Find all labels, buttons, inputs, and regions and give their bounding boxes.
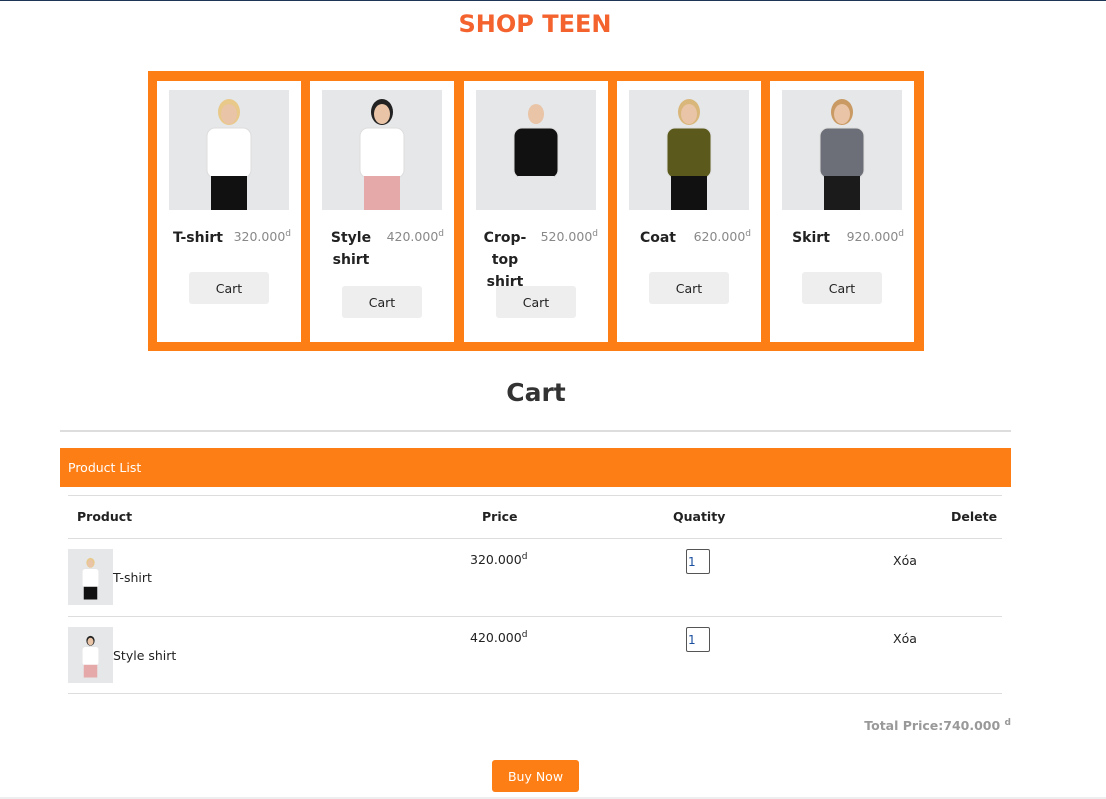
total-price: Total Price:740.000 d: [864, 718, 1011, 733]
product-name: Skirt: [792, 230, 830, 246]
product-photo: [666, 99, 712, 210]
divider: [68, 538, 1002, 539]
product-list-header: Product List: [60, 448, 1011, 487]
add-to-cart-button[interactable]: Cart: [342, 286, 422, 318]
cart-item-price: 320.000d: [470, 552, 527, 567]
price-value: 420.000: [470, 630, 522, 646]
quantity-input[interactable]: [686, 627, 710, 652]
product-card: Crop-top shirt 520.000d Cart: [464, 81, 608, 342]
column-product: Product: [77, 509, 133, 524]
product-name: Style shirt: [330, 230, 372, 268]
currency: d: [745, 229, 751, 239]
column-quantity: Quatity: [673, 509, 726, 524]
delete-link[interactable]: Xóa: [893, 553, 917, 568]
column-delete: Delete: [951, 509, 998, 524]
divider: [68, 495, 1002, 496]
product-image: [782, 90, 902, 210]
cart-heading: Cart: [506, 378, 566, 407]
product-photo: [513, 99, 559, 210]
price-value: 320.000: [233, 229, 286, 245]
currency: d: [1004, 718, 1011, 728]
currency: d: [521, 552, 528, 562]
product-name: Coat: [639, 230, 677, 246]
product-name: Crop-top shirt: [483, 230, 527, 290]
delete-link[interactable]: Xóa: [893, 631, 917, 646]
product-photo: [82, 557, 99, 600]
currency: d: [592, 229, 598, 239]
product-name: T-shirt: [173, 230, 223, 246]
product-image: [322, 90, 442, 210]
divider: [60, 430, 1011, 432]
add-to-cart-button[interactable]: Cart: [649, 272, 729, 304]
product-price: 320.000d: [234, 229, 291, 244]
cart-item-price: 420.000d: [470, 630, 527, 645]
product-card: Style shirt 420.000d Cart: [310, 81, 454, 342]
add-to-cart-button[interactable]: Cart: [802, 272, 882, 304]
product-image: [169, 90, 289, 210]
product-price: 920.000d: [847, 229, 904, 244]
product-grid: T-shirt 320.000d Cart Style shirt 420.00…: [148, 71, 924, 351]
currency: d: [285, 229, 291, 239]
product-image: [476, 90, 596, 210]
cart-item-thumbnail: [68, 549, 113, 605]
total-price-value: Total Price:740.000: [864, 718, 1001, 734]
divider: [68, 693, 1002, 694]
add-to-cart-button[interactable]: Cart: [496, 286, 576, 318]
product-card: Skirt 920.000d Cart: [770, 81, 914, 342]
column-price: Price: [482, 509, 518, 524]
top-border: [0, 0, 1106, 1]
product-photo: [82, 635, 99, 678]
price-value: 620.000: [693, 229, 746, 245]
currency: d: [438, 229, 444, 239]
currency: d: [521, 630, 528, 640]
price-value: 920.000: [846, 229, 899, 245]
add-to-cart-button[interactable]: Cart: [189, 272, 269, 304]
cart-item-thumbnail: [68, 627, 113, 683]
shop-title: SHOP TEEN: [458, 10, 612, 38]
product-photo: [819, 99, 865, 210]
price-value: 320.000: [470, 552, 522, 568]
product-price: 520.000d: [541, 229, 598, 244]
cart-item-name: T-shirt: [113, 570, 152, 585]
cart-item-name: Style shirt: [113, 648, 177, 663]
currency: d: [898, 229, 904, 239]
divider: [68, 616, 1002, 617]
product-photo: [206, 99, 252, 210]
product-image: [629, 90, 749, 210]
price-value: 420.000: [386, 229, 439, 245]
product-price: 620.000d: [694, 229, 751, 244]
price-value: 520.000: [540, 229, 593, 245]
buy-now-button[interactable]: Buy Now: [492, 760, 579, 792]
product-card: Coat 620.000d Cart: [617, 81, 761, 342]
product-photo: [359, 99, 405, 210]
product-price: 420.000d: [387, 229, 444, 244]
product-card: T-shirt 320.000d Cart: [157, 81, 301, 342]
quantity-input[interactable]: [686, 549, 710, 574]
